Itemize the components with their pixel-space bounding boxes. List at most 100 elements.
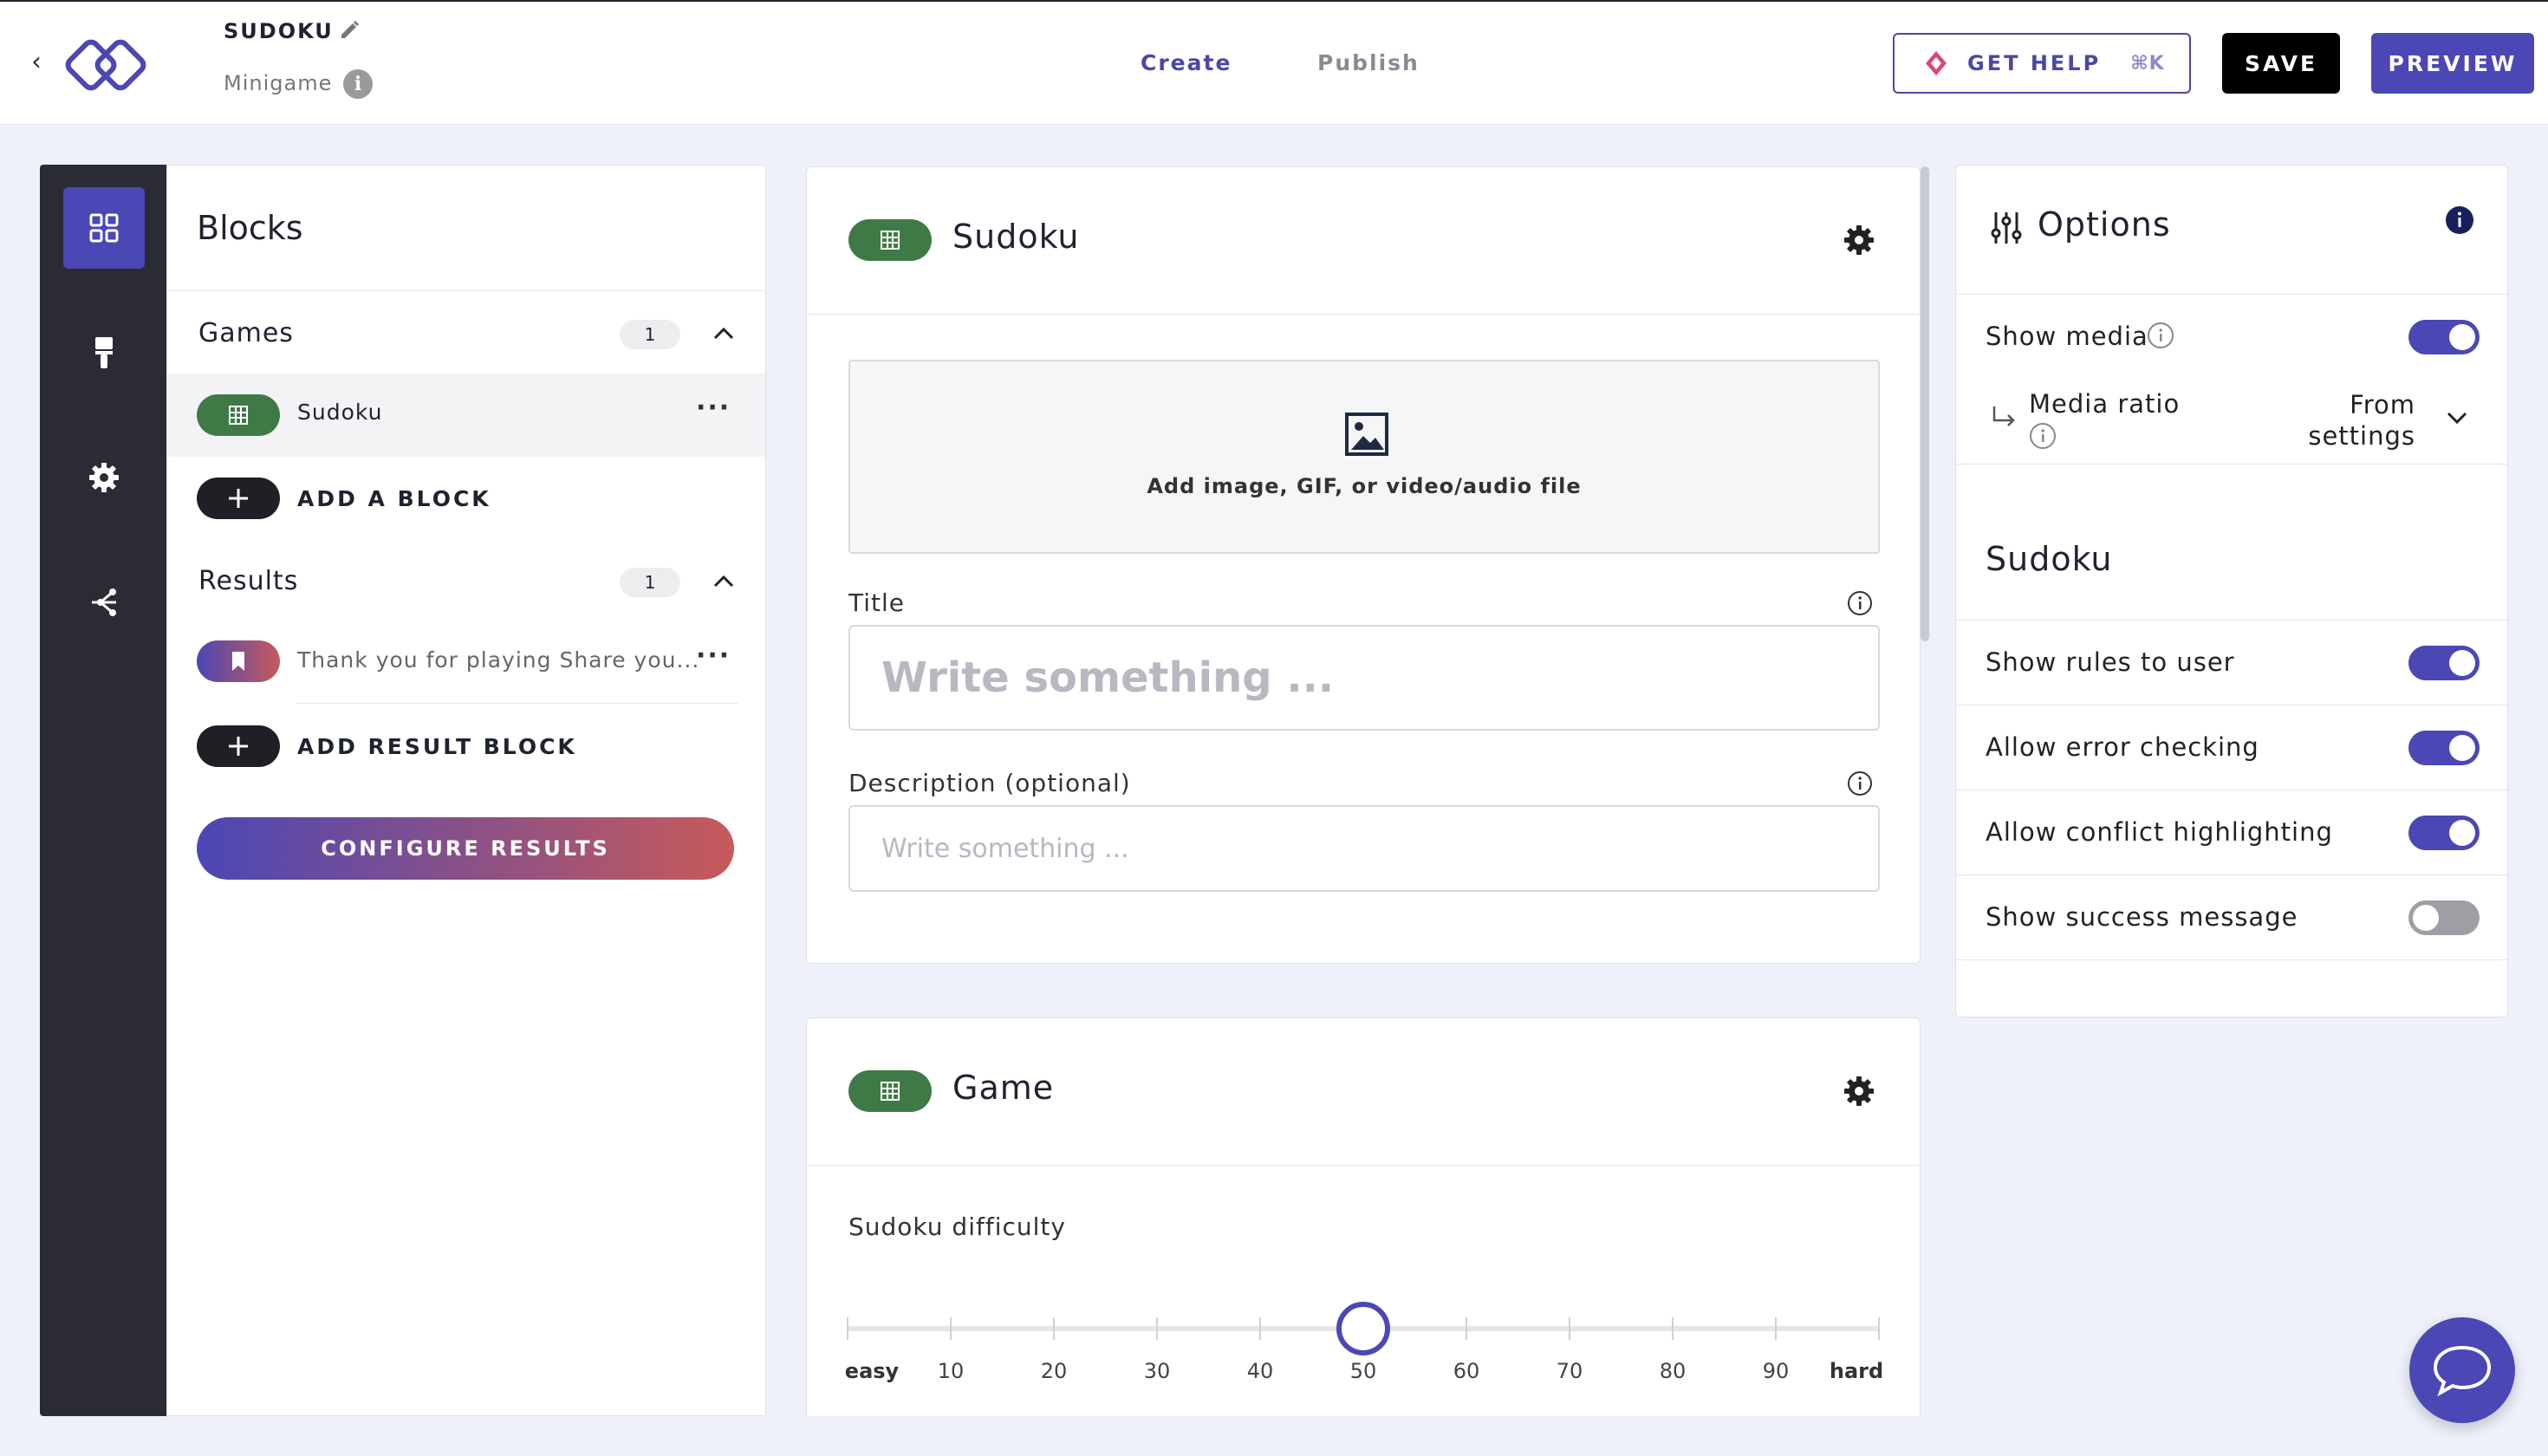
app-subtitle: Minigame bbox=[224, 71, 333, 95]
allow-error-checking-toggle[interactable] bbox=[2408, 731, 2480, 765]
slider-tick bbox=[1569, 1317, 1570, 1340]
editor-scrollbar[interactable] bbox=[1921, 166, 1929, 641]
game-card: Game Sudoku difficulty bbox=[806, 1017, 1921, 1416]
options-title: Options bbox=[2038, 205, 2171, 244]
allow-error-checking-label: Allow error checking bbox=[1986, 732, 2259, 762]
options-panel: Options Show media Media ratio From sett… bbox=[1955, 165, 2508, 1017]
show-success-message-label: Show success message bbox=[1986, 902, 2298, 932]
divider bbox=[297, 703, 738, 704]
block-item-sudoku[interactable]: Sudoku ··· bbox=[167, 374, 765, 457]
description-input[interactable]: Write something ... bbox=[848, 805, 1880, 892]
info-icon[interactable] bbox=[2147, 322, 2174, 349]
paint-roller-icon bbox=[95, 337, 113, 368]
more-options-icon[interactable]: ··· bbox=[696, 393, 731, 423]
slider-tick bbox=[1672, 1317, 1674, 1340]
allow-conflict-highlighting-label: Allow conflict highlighting bbox=[1986, 817, 2333, 847]
difficulty-slider-handle[interactable] bbox=[1336, 1302, 1390, 1355]
media-ratio-value: settings bbox=[2308, 421, 2415, 451]
gear-icon bbox=[89, 463, 119, 492]
media-ratio-select[interactable]: From settings bbox=[2285, 389, 2415, 452]
pencil-icon[interactable] bbox=[338, 17, 361, 40]
more-options-icon[interactable]: ··· bbox=[696, 640, 731, 671]
blocks-title: Blocks bbox=[197, 209, 303, 247]
show-rules-label: Show rules to user bbox=[1986, 647, 2235, 677]
preview-button[interactable]: PREVIEW bbox=[2371, 33, 2534, 94]
show-success-message-toggle[interactable] bbox=[2408, 900, 2480, 935]
add-result-block-button[interactable]: ADD RESULT BLOCK bbox=[297, 734, 577, 759]
image-icon bbox=[1345, 413, 1388, 456]
chat-button[interactable] bbox=[2409, 1317, 2515, 1423]
divider bbox=[1956, 874, 2507, 875]
media-upload-dropzone[interactable]: Add image, GIF, or video/audio file bbox=[848, 360, 1880, 554]
sub-arrow-icon bbox=[1992, 406, 2015, 426]
sudoku-block-pill bbox=[848, 219, 932, 261]
info-icon[interactable] bbox=[1847, 770, 1873, 796]
card-title: Sudoku bbox=[952, 218, 1080, 256]
divider bbox=[1956, 959, 2507, 960]
bookmark-icon bbox=[232, 652, 244, 671]
plus-icon bbox=[229, 489, 248, 508]
result-block-pill[interactable] bbox=[197, 640, 280, 682]
info-icon[interactable] bbox=[2029, 422, 2057, 450]
slider-max-label: hard bbox=[1829, 1359, 1884, 1383]
divider bbox=[167, 290, 765, 291]
slider-tick bbox=[950, 1317, 952, 1340]
get-help-label: GET HELP bbox=[1967, 51, 2102, 75]
show-media-toggle[interactable] bbox=[2408, 320, 2480, 354]
allow-conflict-highlighting-toggle[interactable] bbox=[2408, 816, 2480, 850]
slider-tick bbox=[847, 1317, 848, 1340]
slider-tick bbox=[1259, 1317, 1261, 1340]
diamond-icon bbox=[1926, 51, 1947, 75]
add-block-button[interactable]: ADD A BLOCK bbox=[297, 486, 491, 511]
slider-tick-label: 50 bbox=[1349, 1359, 1377, 1383]
info-icon[interactable]: i bbox=[343, 69, 373, 99]
sudoku-card: Sudoku Add image, GIF, or video/audio fi… bbox=[806, 166, 1921, 964]
slider-tick bbox=[1878, 1317, 1880, 1340]
media-upload-label: Add image, GIF, or video/audio file bbox=[1147, 474, 1582, 498]
back-chevron-icon[interactable]: ‹ bbox=[31, 47, 42, 77]
logo-icon[interactable] bbox=[61, 28, 156, 97]
media-ratio-value: From bbox=[2350, 390, 2415, 419]
show-rules-toggle[interactable] bbox=[2408, 646, 2480, 680]
shortcut-hint: ⌘K bbox=[2130, 52, 2165, 75]
chevron-up-icon[interactable] bbox=[712, 569, 736, 594]
slider-min-label: easy bbox=[844, 1359, 900, 1383]
tab-create[interactable]: Create bbox=[1141, 50, 1232, 75]
slider-tick-label: 30 bbox=[1143, 1359, 1171, 1383]
gear-icon[interactable] bbox=[1843, 1076, 1875, 1107]
plus-icon bbox=[229, 737, 248, 756]
divider bbox=[1956, 464, 2507, 465]
gear-icon[interactable] bbox=[1843, 224, 1875, 256]
chat-bubble-icon bbox=[2433, 1345, 2492, 1396]
save-button[interactable]: SAVE bbox=[2222, 33, 2340, 94]
grid-table-icon bbox=[881, 231, 900, 250]
card-header: Sudoku bbox=[807, 167, 1920, 315]
get-help-button[interactable]: GET HELP ⌘K bbox=[1893, 33, 2191, 94]
share-icon bbox=[92, 588, 116, 616]
game-block-pill bbox=[848, 1070, 932, 1112]
slider-tick bbox=[1156, 1317, 1158, 1340]
games-section-label: Games bbox=[198, 318, 294, 348]
add-result-icon-button[interactable] bbox=[197, 725, 280, 767]
card-header: Game bbox=[807, 1018, 1920, 1166]
add-block-icon-button[interactable] bbox=[197, 478, 280, 519]
rail-share-button[interactable] bbox=[63, 562, 145, 643]
app-title: SUDOKU bbox=[224, 19, 334, 43]
tab-publish[interactable]: Publish bbox=[1317, 50, 1420, 75]
results-count-badge: 1 bbox=[620, 568, 680, 597]
rail-settings-button[interactable] bbox=[63, 437, 145, 518]
description-label: Description (optional) bbox=[848, 769, 1131, 797]
slider-tick bbox=[1053, 1317, 1055, 1340]
blocks-panel: Blocks Games 1 Sudoku ··· ADD A BLOCK Re… bbox=[166, 165, 766, 1416]
chevron-up-icon[interactable] bbox=[712, 322, 736, 346]
rail-blocks-button[interactable] bbox=[63, 187, 145, 269]
info-icon[interactable] bbox=[1847, 590, 1873, 616]
configure-results-button[interactable]: CONFIGURE RESULTS bbox=[197, 817, 734, 880]
info-icon[interactable] bbox=[2445, 205, 2474, 235]
sliders-icon bbox=[1991, 212, 2022, 244]
result-item-label[interactable]: Thank you for playing Share you... bbox=[297, 647, 699, 673]
slider-tick-label: 80 bbox=[1659, 1359, 1687, 1383]
rail-design-button[interactable] bbox=[63, 312, 145, 393]
chevron-down-icon[interactable] bbox=[2445, 410, 2469, 427]
title-input[interactable]: Write something ... bbox=[848, 625, 1880, 731]
